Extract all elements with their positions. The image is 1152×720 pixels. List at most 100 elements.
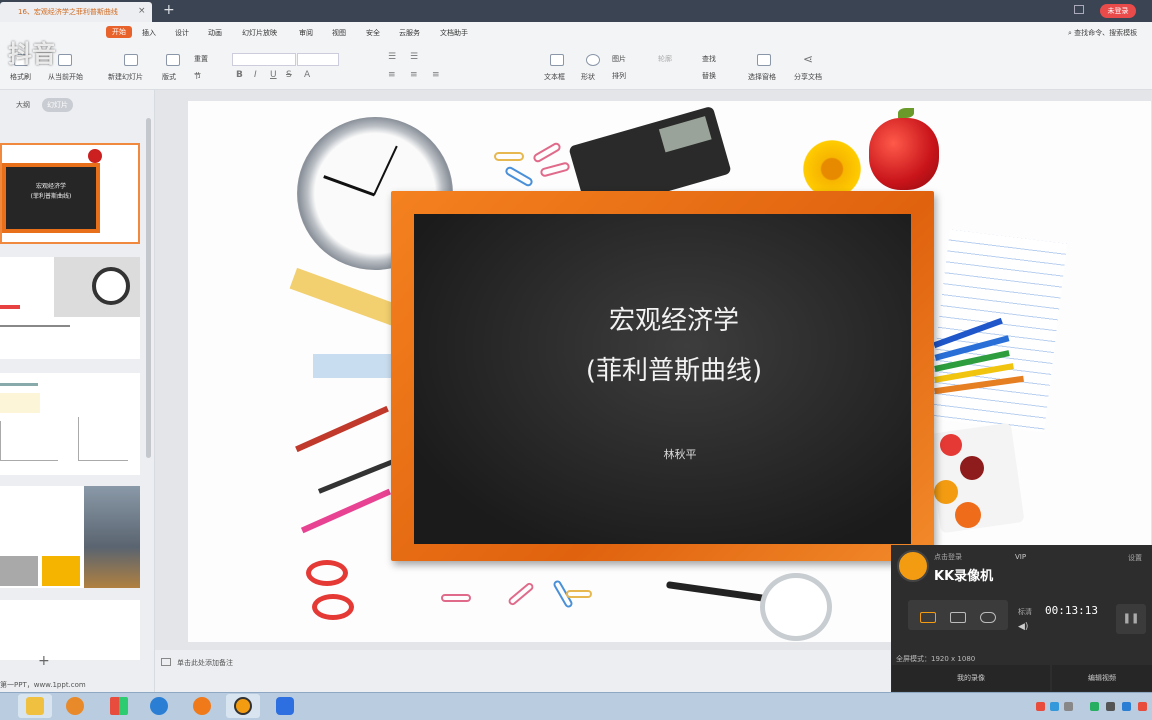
- windows-store-icon[interactable]: [110, 697, 128, 715]
- menu-insert[interactable]: 插入: [142, 28, 156, 38]
- align-center-icon[interactable]: ≡: [410, 70, 418, 80]
- network-icon[interactable]: [1090, 702, 1099, 711]
- paint-orange-dark: [955, 502, 981, 528]
- bullets-icon[interactable]: ☰: [388, 52, 396, 62]
- textbox-icon[interactable]: [550, 54, 564, 66]
- font-size-select[interactable]: [297, 53, 339, 66]
- menu-review[interactable]: 审阅: [299, 28, 313, 38]
- align-left-icon[interactable]: ≡: [388, 70, 396, 80]
- game-mode-icon[interactable]: [980, 612, 996, 623]
- font-name-select[interactable]: [232, 53, 296, 66]
- slides-tab[interactable]: 幻灯片: [42, 98, 73, 112]
- command-search[interactable]: ⌕ 查找命令、搜索模板: [1068, 28, 1137, 38]
- from-current-button[interactable]: 从当前开始: [48, 72, 83, 82]
- play-icon[interactable]: [58, 54, 72, 66]
- pause-button[interactable]: ❚❚: [1116, 604, 1146, 634]
- menu-design[interactable]: 设计: [175, 28, 189, 38]
- layout-icon[interactable]: [166, 54, 180, 66]
- textbox-button[interactable]: 文本框: [544, 72, 565, 82]
- browser-icon[interactable]: [193, 697, 211, 715]
- new-tab-button[interactable]: +: [163, 2, 175, 18]
- underline-button[interactable]: U: [270, 70, 277, 80]
- thumb-chart-left: [0, 421, 58, 461]
- slide-thumbnail-2[interactable]: [0, 257, 140, 359]
- slide-thumbnail-4[interactable]: [0, 486, 140, 588]
- paper-clip: [441, 594, 471, 602]
- slide-thumbnail-3[interactable]: [0, 373, 140, 475]
- scissors-handle: [306, 560, 348, 586]
- notebook-image: [926, 229, 1068, 433]
- media-player-icon[interactable]: [66, 697, 84, 715]
- pane-scrollbar[interactable]: [146, 118, 151, 458]
- shape-button[interactable]: 形状: [581, 72, 595, 82]
- recorder-name: KK录像机: [934, 569, 994, 584]
- select-pane-button[interactable]: 选择窗格: [748, 72, 776, 82]
- menu-security[interactable]: 安全: [366, 28, 380, 38]
- share-button[interactable]: 分享文档: [794, 72, 822, 82]
- slide-subtitle[interactable]: (菲利普斯曲线): [494, 354, 854, 388]
- arrange-button[interactable]: 排列: [612, 71, 626, 81]
- window-layout-icon[interactable]: [1074, 5, 1084, 14]
- menu-start[interactable]: 开始: [106, 26, 132, 38]
- paint-red: [940, 434, 962, 456]
- outline-tab[interactable]: 大纲: [16, 100, 30, 110]
- menu-slideshow[interactable]: 幻灯片放映: [242, 28, 277, 38]
- apple-image: [88, 149, 102, 163]
- share-icon[interactable]: ⋖: [803, 52, 813, 66]
- wps-icon[interactable]: [276, 697, 294, 715]
- recorder-quality: 标清: [1018, 608, 1032, 616]
- select-pane-icon[interactable]: [757, 54, 771, 66]
- slide-thumbnail-5[interactable]: [0, 600, 140, 660]
- tray-icon[interactable]: [1122, 702, 1131, 711]
- close-tab-icon[interactable]: ×: [138, 6, 146, 16]
- tray-icon[interactable]: [1050, 702, 1059, 711]
- paint-orange: [934, 480, 958, 504]
- region-mode-icon[interactable]: [950, 612, 966, 623]
- sogou-icon[interactable]: [150, 697, 168, 715]
- font-color-button[interactable]: A: [304, 70, 310, 80]
- find-button[interactable]: 查找: [702, 54, 716, 64]
- edit-video-button[interactable]: 编辑视频: [1052, 665, 1152, 691]
- menu-animation[interactable]: 动画: [208, 28, 222, 38]
- shape-icon[interactable]: [586, 54, 600, 66]
- recorder-settings[interactable]: 设置: [1128, 553, 1142, 563]
- slide-pane: 大纲 幻灯片 宏观经济学 (菲利普斯曲线) +: [0, 90, 155, 692]
- recorder-login-tip[interactable]: 点击登录: [934, 552, 962, 562]
- picture-button[interactable]: 图片: [612, 54, 626, 64]
- italic-button[interactable]: I: [254, 70, 257, 80]
- layout-button[interactable]: 版式: [162, 72, 176, 82]
- numbering-icon[interactable]: ☰: [410, 52, 418, 62]
- recorder-vip[interactable]: VIP: [1015, 553, 1026, 561]
- slide-thumbnail-1[interactable]: 宏观经济学 (菲利普斯曲线): [0, 143, 140, 244]
- tray-icon[interactable]: [1036, 702, 1045, 711]
- add-slide-button[interactable]: +: [38, 653, 50, 669]
- align-right-icon[interactable]: ≡: [432, 70, 440, 80]
- slide-title[interactable]: 宏观经济学: [494, 304, 854, 338]
- outline-button[interactable]: 轮廓: [658, 54, 672, 64]
- fullscreen-mode-icon[interactable]: [920, 612, 936, 623]
- clock-hand-minute: [373, 145, 398, 196]
- document-tab[interactable]: 16、宏观经济学之菲利普斯曲线 ×: [0, 2, 152, 22]
- menu-cloud[interactable]: 云服务: [399, 28, 420, 38]
- strikethrough-button[interactable]: S: [286, 70, 292, 80]
- tray-icon[interactable]: [1138, 702, 1147, 711]
- bold-button[interactable]: B: [236, 70, 243, 80]
- magnifier-lens: [760, 573, 832, 641]
- notes-placeholder[interactable]: 单击此处添加备注: [177, 658, 233, 668]
- slide-author[interactable]: 林秋平: [610, 446, 750, 462]
- title-bar: 16、宏观经济学之菲利普斯曲线 × + 未登录: [0, 0, 1152, 22]
- volume-icon[interactable]: ◀): [1018, 622, 1028, 632]
- replace-button[interactable]: 替换: [702, 71, 716, 81]
- menu-view[interactable]: 视图: [332, 28, 346, 38]
- my-recordings-button[interactable]: 我的录像: [892, 665, 1050, 691]
- reset-button[interactable]: 重置: [194, 54, 208, 64]
- search-icon: ⌕: [1068, 29, 1072, 37]
- new-slide-icon[interactable]: [124, 54, 138, 66]
- login-button[interactable]: 未登录: [1100, 4, 1136, 18]
- volume-tray-icon[interactable]: [1106, 702, 1115, 711]
- menu-doc-assistant[interactable]: 文档助手: [440, 28, 468, 38]
- new-slide-button[interactable]: 新建幻灯片: [108, 72, 143, 82]
- format-painter-button[interactable]: 格式刷: [10, 72, 31, 82]
- tray-icon[interactable]: [1064, 702, 1073, 711]
- section-button[interactable]: 节: [194, 71, 201, 81]
